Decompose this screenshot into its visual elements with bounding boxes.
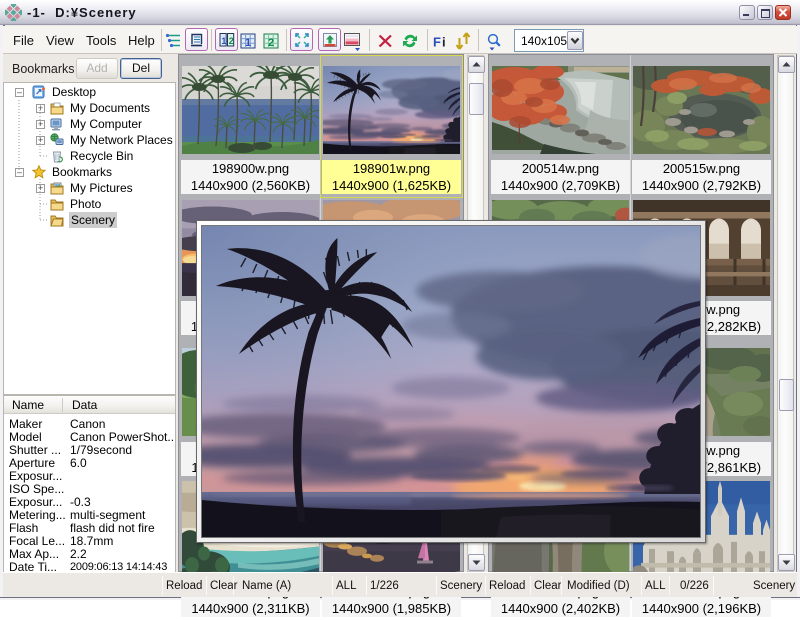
svg-text:2: 2 bbox=[228, 36, 233, 46]
svg-text:1: 1 bbox=[245, 37, 251, 49]
svg-text:i: i bbox=[442, 35, 446, 50]
svg-text:F: F bbox=[433, 35, 441, 50]
svg-text:2: 2 bbox=[268, 37, 274, 49]
svg-text:1: 1 bbox=[221, 36, 226, 46]
